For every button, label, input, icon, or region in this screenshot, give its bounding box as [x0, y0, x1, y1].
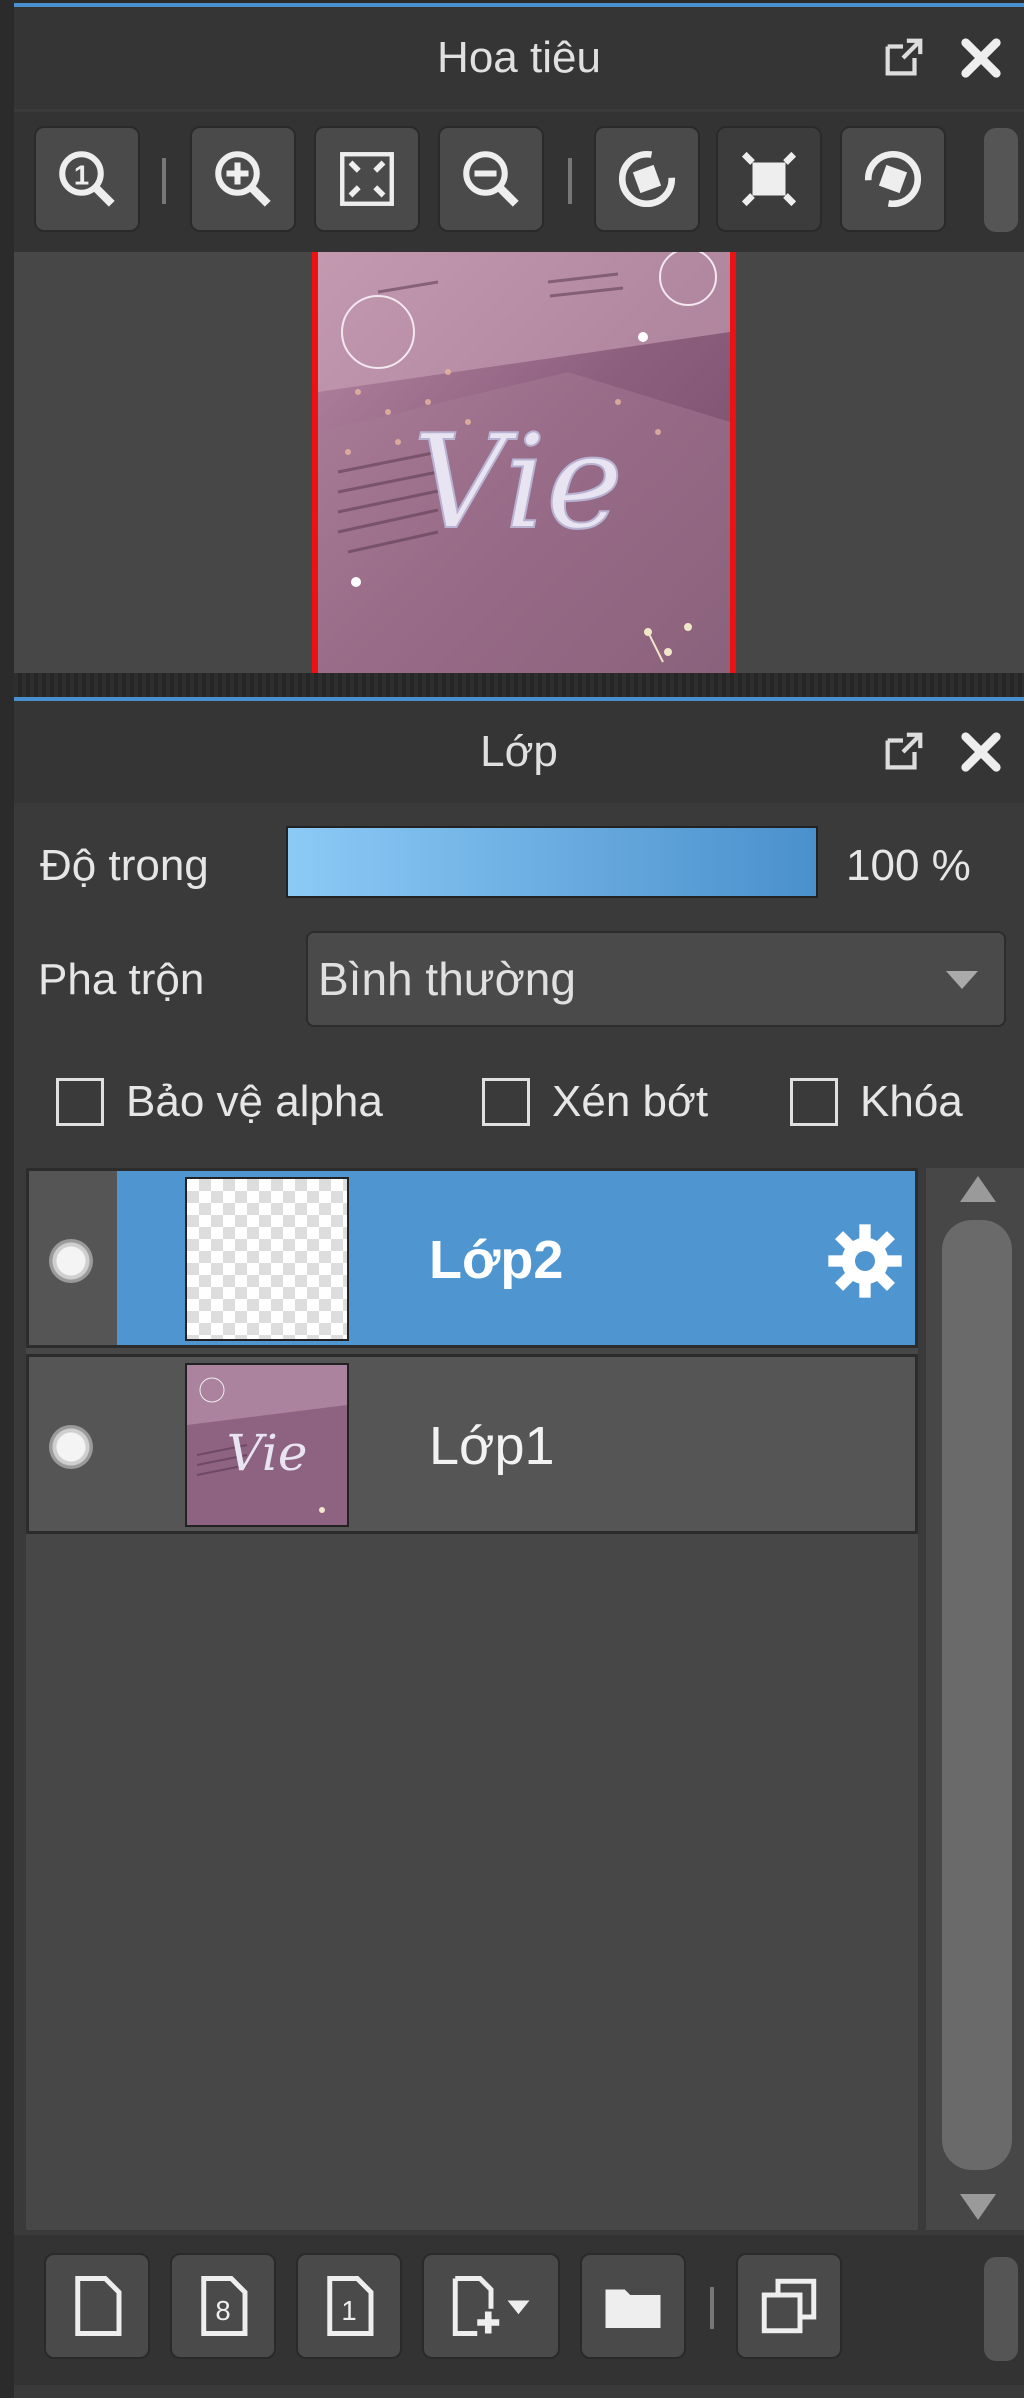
blend-mode-select[interactable]: Bình thường [306, 931, 1006, 1027]
opacity-value: 100 % [846, 841, 971, 890]
toolbar-separator [568, 158, 572, 204]
rotate-left-icon [618, 150, 676, 208]
opacity-slider[interactable] [286, 826, 818, 898]
add-layer-menu-button[interactable] [422, 2253, 560, 2359]
reset-rotation-icon [741, 151, 797, 207]
svg-text:1: 1 [341, 2295, 356, 2326]
checkbox-box[interactable] [56, 1078, 104, 1126]
new-8bit-layer-icon: 8 [201, 2276, 248, 2336]
panel-splitter[interactable] [14, 673, 1024, 697]
rotate-left-button[interactable] [594, 126, 700, 232]
duplicate-layer-button[interactable] [736, 2253, 842, 2359]
svg-text:1: 1 [74, 160, 89, 191]
svg-text:8: 8 [215, 2295, 230, 2326]
new-1bit-layer-button[interactable]: 1 [296, 2253, 402, 2359]
layer-row-lop2[interactable]: Lớp2 [26, 1168, 918, 1348]
checkbox-box[interactable] [482, 1078, 530, 1126]
duplicate-layer-icon [761, 2278, 817, 2334]
close-icon [961, 732, 1001, 772]
zoom-actual-button[interactable]: 1 [34, 126, 140, 232]
protect-alpha-label: Bảo vệ alpha [126, 1077, 383, 1126]
fit-window-button[interactable] [314, 126, 420, 232]
navigator-close-button[interactable] [956, 33, 1006, 83]
zoom-in-button[interactable] [190, 126, 296, 232]
popout-icon [885, 38, 923, 76]
clipping-label: Xén bớt [552, 1077, 709, 1126]
close-icon [961, 38, 1001, 78]
navigator-title-bar: Hoa tiêu [14, 7, 1024, 109]
lock-checkbox[interactable]: Khóa [790, 1077, 963, 1127]
layer-list: Lớp2 Vie Lớp1 [26, 1168, 918, 2230]
visibility-toggle[interactable] [49, 1239, 93, 1283]
layer-thumbnail-image: Vie [187, 1365, 347, 1525]
clipping-checkbox[interactable]: Xén bớt [482, 1077, 708, 1127]
blend-mode-value: Bình thường [318, 953, 576, 1005]
toolbar-scroll-handle[interactable] [984, 128, 1018, 232]
zoom-out-icon [463, 151, 519, 207]
reset-rotation-button[interactable] [716, 126, 822, 232]
new-folder-button[interactable] [580, 2253, 686, 2359]
protect-alpha-checkbox[interactable]: Bảo vệ alpha [56, 1077, 383, 1127]
layer-name: Lớp1 [429, 1416, 555, 1476]
layer-bottom-toolbar: 8 1 [14, 2235, 1024, 2385]
layer-thumbnail-text: Vie [227, 1424, 308, 1482]
preview-image: Vie [318, 252, 730, 677]
chevron-down-icon [946, 971, 978, 989]
layer-panel-title: Lớp [480, 727, 558, 776]
navigator-preview[interactable]: Vie [312, 252, 736, 677]
new-1bit-layer-icon: 1 [327, 2276, 374, 2336]
navigator-panel: Hoa tiêu 1 Vie [14, 3, 1024, 677]
folder-icon [605, 2289, 661, 2328]
popout-icon [885, 732, 923, 770]
toolbar-scroll-handle[interactable] [984, 2257, 1018, 2361]
navigator-toolbar: 1 [14, 112, 1024, 252]
layer-close-button[interactable] [956, 727, 1006, 777]
layer-list-scrollbar[interactable] [926, 1168, 1024, 2230]
toolbar-separator [710, 2287, 714, 2329]
checkbox-box[interactable] [790, 1078, 838, 1126]
navigator-popout-button[interactable] [878, 33, 928, 83]
visibility-toggle[interactable] [49, 1425, 93, 1469]
navigator-title: Hoa tiêu [437, 33, 601, 82]
blend-mode-label: Pha trộn [38, 955, 205, 1004]
navigator-view[interactable]: Vie [14, 252, 1024, 677]
scroll-up-arrow[interactable] [960, 1176, 996, 1202]
layer-thumbnail: Vie [185, 1363, 349, 1527]
lock-label: Khóa [860, 1077, 963, 1126]
new-layer-button[interactable] [44, 2253, 150, 2359]
layer-name: Lớp2 [429, 1230, 564, 1290]
gear-icon[interactable] [825, 1221, 905, 1301]
scroll-down-arrow[interactable] [960, 2194, 996, 2220]
new-8bit-layer-button[interactable]: 8 [170, 2253, 276, 2359]
add-layer-menu-icon [452, 2276, 530, 2336]
preview-text: Vie [413, 406, 623, 558]
rotate-right-button[interactable] [840, 126, 946, 232]
layer-thumbnail [185, 1177, 349, 1341]
layer-title-bar: Lớp [14, 701, 1024, 803]
scroll-thumb[interactable] [942, 1220, 1012, 2170]
layer-popout-button[interactable] [878, 727, 928, 777]
new-layer-icon [75, 2276, 122, 2336]
zoom-actual-icon: 1 [59, 151, 115, 207]
rotate-right-icon [864, 150, 922, 208]
zoom-out-button[interactable] [438, 126, 544, 232]
fit-window-icon [340, 152, 394, 206]
zoom-in-icon [215, 151, 271, 207]
layer-panel: Lớp Độ trong 100 % Pha trộn Bình thường … [14, 697, 1024, 2398]
opacity-label: Độ trong [40, 841, 209, 890]
toolbar-separator [162, 158, 166, 204]
layer-row-lop1[interactable]: Vie Lớp1 [26, 1354, 918, 1534]
